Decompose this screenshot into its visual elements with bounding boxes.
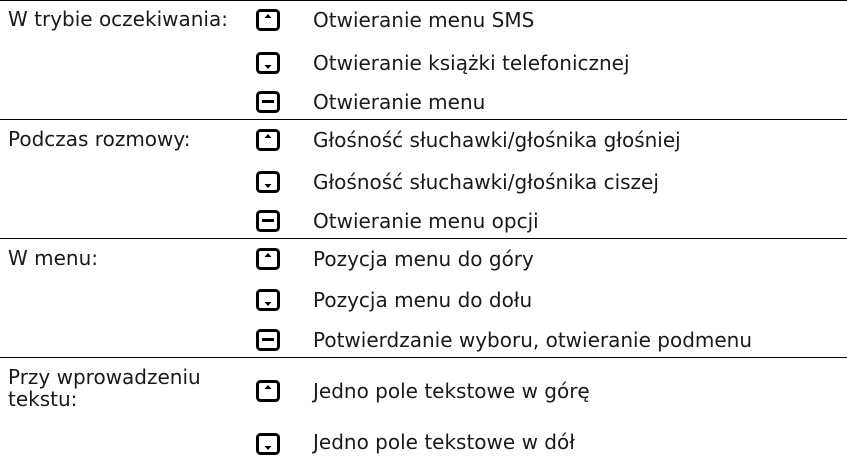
arrow-up-key-icon — [256, 248, 280, 270]
arrow-down-key-icon — [256, 52, 280, 74]
action-label: Jedno pole tekstowe w dół — [313, 430, 575, 454]
menu-key-icon — [256, 91, 280, 113]
section-divider — [0, 238, 847, 239]
arrow-up-key-icon — [256, 9, 280, 31]
section-divider — [0, 0, 847, 1]
menu-key-icon — [256, 210, 280, 232]
key-function-table: W trybie oczekiwania: Otwieranie menu SM… — [0, 0, 847, 466]
context-label: Podczas rozmowy: — [8, 127, 191, 151]
action-label: Otwieranie książki telefonicznej — [313, 51, 630, 75]
section-divider — [0, 357, 847, 358]
menu-key-icon — [256, 329, 280, 351]
context-label: Przy wprowadzeniu tekstu: — [8, 365, 201, 411]
action-label: Otwieranie menu opcji — [313, 209, 539, 233]
action-label: Otwieranie menu — [313, 90, 486, 114]
action-label: Jedno pole tekstowe w górę — [313, 379, 590, 403]
action-label: Głośność słuchawki/głośnika ciszej — [313, 170, 659, 194]
arrow-up-key-icon — [256, 380, 280, 402]
context-label: W menu: — [8, 246, 99, 270]
action-label: Potwierdzanie wyboru, otwieranie podmenu — [313, 328, 753, 352]
arrow-down-key-icon — [256, 433, 280, 455]
arrow-down-key-icon — [256, 289, 280, 311]
action-label: Głośność słuchawki/głośnika głośniej — [313, 128, 681, 152]
action-label: Pozycja menu do góry — [313, 247, 534, 271]
action-label: Otwieranie menu SMS — [313, 8, 535, 32]
section-divider — [0, 119, 847, 120]
context-label: W trybie oczekiwania: — [8, 7, 228, 31]
arrow-up-key-icon — [256, 129, 280, 151]
arrow-down-key-icon — [256, 171, 280, 193]
action-label: Pozycja menu do dołu — [313, 288, 533, 312]
